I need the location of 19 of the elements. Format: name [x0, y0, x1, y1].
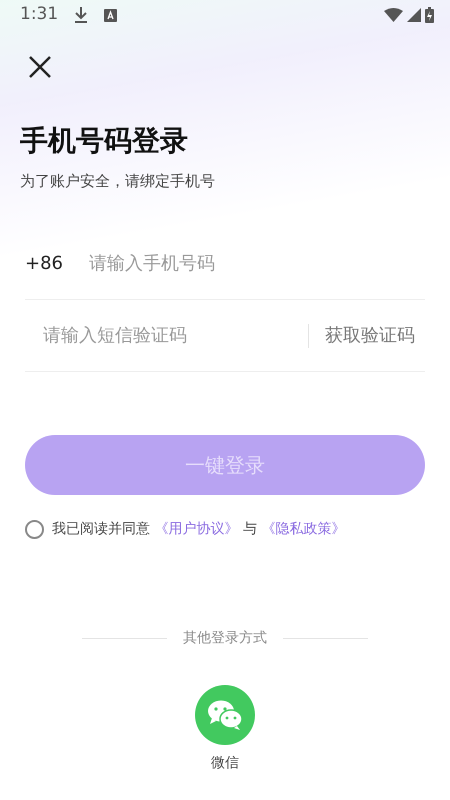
battery-icon	[425, 7, 434, 23]
subtitle: 为了账户安全，请绑定手机号	[20, 170, 216, 192]
user-agreement-link[interactable]: 《用户协议》	[154, 521, 238, 538]
country-code: +86	[25, 252, 63, 276]
agree-checkbox[interactable]	[25, 520, 44, 540]
keyboard-icon	[104, 8, 118, 22]
status-time: 1:31	[20, 3, 58, 26]
chat-bubbles-icon	[206, 699, 244, 732]
wechat-label: 微信	[211, 754, 239, 774]
privacy-policy-link[interactable]: 《隐私政策》	[261, 521, 346, 538]
get-code-link[interactable]: 获取验证码	[325, 322, 415, 350]
signal-icon	[407, 8, 421, 22]
page-title: 手机号码登录	[20, 124, 189, 158]
phone-input[interactable]: 请输入手机号码	[87, 249, 425, 278]
agreement-text: 我已阅读并同意 《用户协议》 与 《隐私政策》	[52, 520, 346, 540]
wifi-icon	[384, 8, 403, 22]
other-login-label: 其他登录方式	[183, 629, 267, 648]
code-input[interactable]: 请输入短信验证码	[41, 321, 308, 350]
download-icon	[74, 7, 88, 23]
